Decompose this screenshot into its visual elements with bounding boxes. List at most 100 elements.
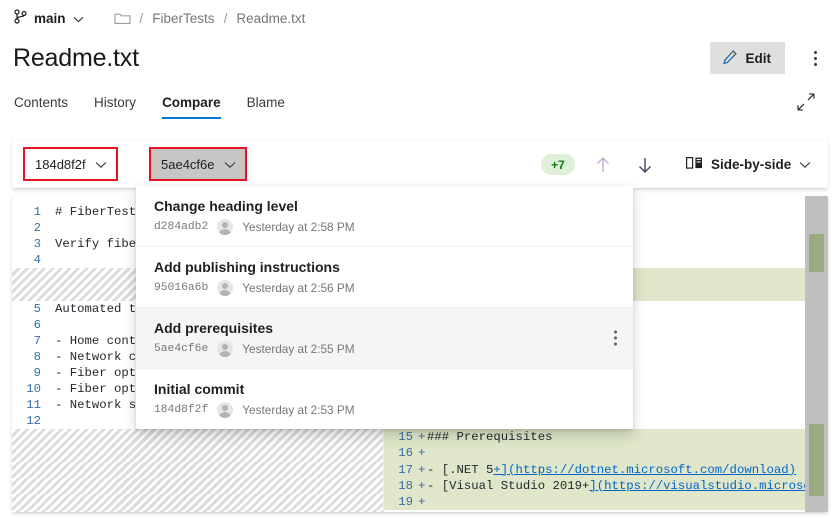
commit-title: Change heading level [154,198,615,214]
kebab-menu-icon [614,343,617,346]
line-number: 2 [12,221,46,235]
line-number: 19 [384,495,418,509]
edit-button[interactable]: Edit [710,42,786,74]
header-overflow-button[interactable] [802,43,828,73]
commit-timestamp: Yesterday at 2:56 PM [242,281,354,295]
diff-line: 19+ [384,494,805,510]
commit-sha: 184d8f2f [154,404,208,416]
avatar [217,219,233,235]
chevron-down-icon [95,157,107,172]
tab-compare[interactable]: Compare [149,85,234,119]
base-commit-highlight: 184d8f2f [25,149,116,179]
compare-commit-sha: 5ae4cf6e [161,157,215,172]
line-number: 4 [12,253,46,267]
side-by-side-icon [686,156,703,173]
status-badge: +7 [541,154,575,175]
next-change-button[interactable] [632,152,658,178]
folder-icon[interactable] [114,11,131,25]
line-number: 11 [12,398,46,412]
diff-marker: + [418,463,427,477]
diff-marker: + [418,430,427,444]
commit-timestamp: Yesterday at 2:58 PM [242,220,354,234]
line-text: ### Prerequisites [427,430,805,444]
chevron-down-icon [224,157,236,172]
commit-item-overflow-button[interactable] [614,331,617,346]
commit-sha: 5ae4cf6e [154,343,208,355]
scrollbar-change-marker [809,234,824,272]
commit-dropdown-item[interactable]: Change heading level d284adb2 Yesterday at… [136,186,633,246]
base-commit-sha: 184d8f2f [35,157,86,172]
diff-line [12,429,383,445]
line-number: 6 [12,318,46,332]
diff-line: 15+### Prerequisites [384,429,805,445]
diff-link[interactable]: ](https://visualstudio.microsoft [589,479,805,493]
compare-toolbar: 184d8f2f 5ae4cf6e +7 [12,140,828,188]
view-mode-label: Side-by-side [711,157,791,172]
previous-change-button[interactable] [590,152,616,178]
commit-meta: d284adb2 Yesterday at 2:58 PM [154,219,615,235]
branch-icon [14,9,27,27]
avatar [217,341,233,357]
commit-title: Add prerequisites [154,320,615,336]
edit-button-label: Edit [746,51,772,66]
diff-line [12,462,383,478]
line-number: 15 [384,430,418,444]
view-mode-selector[interactable]: Side-by-side [678,149,819,179]
tab-history[interactable]: History [81,85,149,119]
compare-commit-selector[interactable]: 5ae4cf6e [151,149,245,179]
line-number: 9 [12,366,46,380]
commit-title: Initial commit [154,381,615,397]
avatar [217,402,233,418]
arrow-down-icon [632,152,658,178]
line-number: 3 [12,237,46,251]
diff-link[interactable]: +](https://dotnet.microsoft.com/download… [493,463,796,477]
line-number: 16 [384,446,418,460]
commit-dropdown-item[interactable]: Add prerequisites 5ae4cf6e Yesterday at 2:… [136,307,633,368]
line-number: 8 [12,350,46,364]
commit-timestamp: Yesterday at 2:53 PM [242,403,354,417]
tab-contents[interactable]: Contents [12,85,81,119]
line-number: 10 [12,382,46,396]
diff-line [12,494,383,510]
chevron-down-icon [799,157,811,172]
base-commit-selector[interactable]: 184d8f2f [25,149,116,179]
branch-selector[interactable]: main [14,9,84,27]
line-text: - [Visual Studio 2019+](https://visualst… [427,479,805,493]
tab-history-label: History [94,95,136,110]
breadcrumb-separator-2: / [224,11,228,26]
diff-scrollbar[interactable] [805,196,828,512]
commit-dropdown-item[interactable]: Initial commit 184d8f2f Yesterday at 2:53 … [136,368,633,429]
expand-diagonal-icon[interactable] [794,90,818,114]
commit-meta: 184d8f2f Yesterday at 2:53 PM [154,402,615,418]
breadcrumb-item-0[interactable]: FiberTests [152,11,214,26]
diff-marker: + [418,479,427,493]
tab-blame[interactable]: Blame [234,85,298,119]
page-root: main / FiberTests / Readme.txt Readme.tx… [0,0,840,518]
diff-marker: + [418,446,427,460]
tab-bar: Contents History Compare Blame [12,85,298,119]
commit-meta: 5ae4cf6e Yesterday at 2:55 PM [154,341,615,357]
line-text: - [.NET 5+](https://dotnet.microsoft.com… [427,463,805,477]
breadcrumb-separator-1: / [140,11,144,26]
diff-marker: + [418,495,427,509]
commit-title: Add publishing instructions [154,259,615,275]
commit-dropdown-item[interactable]: Add publishing instructions 95016a6b Yeste… [136,246,633,307]
breadcrumb-item-1[interactable]: Readme.txt [236,11,305,26]
branch-name: main [34,11,66,26]
commit-sha: 95016a6b [154,282,208,294]
commit-sha: d284adb2 [154,221,208,233]
line-number: 12 [12,414,46,428]
diff-line: 17+- [.NET 5+](https://dotnet.microsoft.… [384,462,805,478]
line-number: 7 [12,334,46,348]
kebab-menu-icon [814,51,817,54]
scrollbar-change-marker [809,424,824,496]
commit-timestamp: Yesterday at 2:55 PM [242,342,354,356]
tab-contents-label: Contents [14,95,68,110]
line-number: 17 [384,463,418,477]
line-number: 5 [12,302,46,316]
diff-line [12,478,383,494]
avatar [217,280,233,296]
commit-dropdown-menu: Change heading level d284adb2 Yesterday at… [136,186,633,429]
diff-line: 18+- [Visual Studio 2019+](https://visua… [384,478,805,494]
arrow-up-icon [590,152,616,178]
